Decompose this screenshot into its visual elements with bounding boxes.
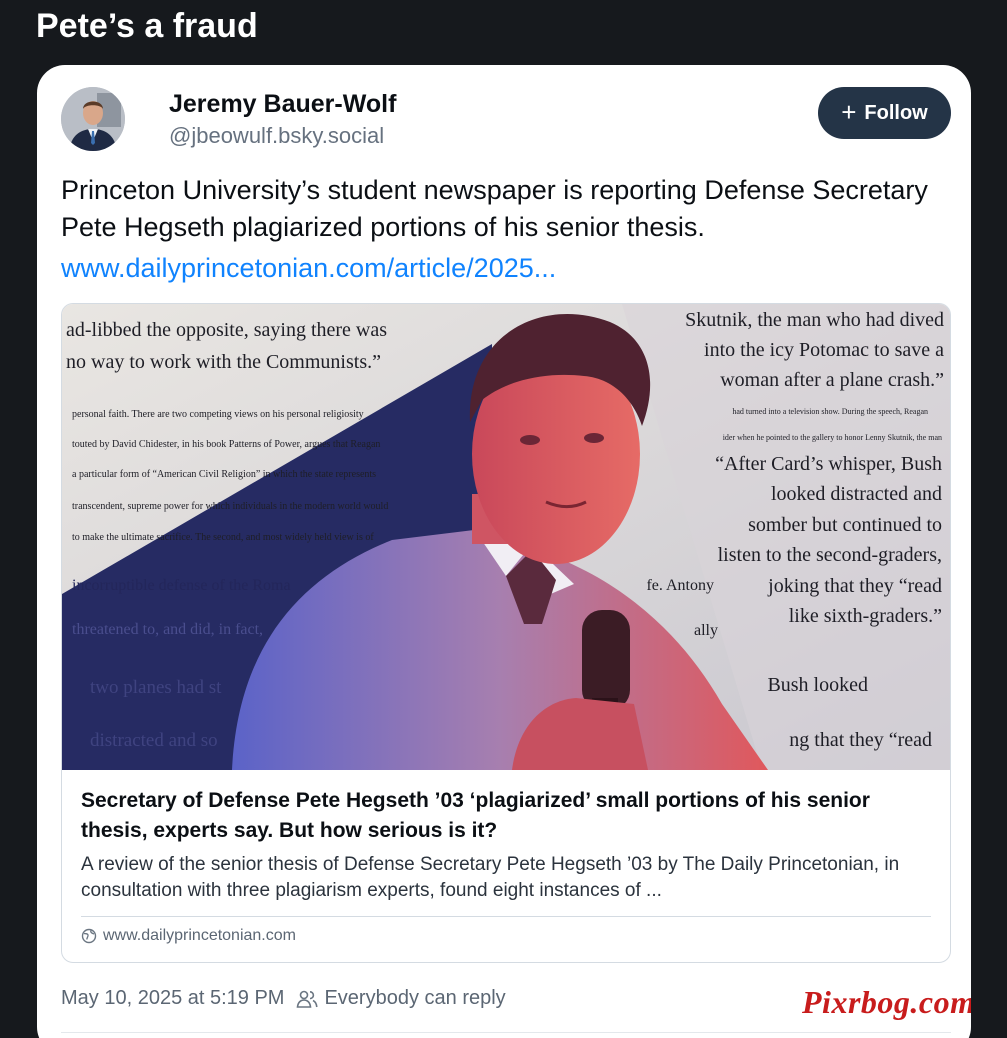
image-text: two planes had st <box>90 677 222 698</box>
article-thumbnail: ad-libbed the opposite, saying there was… <box>62 304 950 770</box>
post-link[interactable]: www.dailyprincetonian.com/article/2025..… <box>61 250 556 287</box>
follow-label: Follow <box>864 101 928 124</box>
card-title[interactable]: Secretary of Defense Pete Hegseth ’03 ‘p… <box>81 786 931 846</box>
post-text: Princeton University’s student newspaper… <box>61 175 928 242</box>
post-meta: May 10, 2025 at 5:19 PM Everybody can re… <box>61 987 506 1010</box>
watermark: Pixrbog.com <box>802 984 971 1020</box>
image-text: incorruptible defense of the Roma <box>72 577 291 594</box>
image-text: transcendent, supreme power for which in… <box>72 501 388 512</box>
post-divider <box>61 1032 951 1033</box>
image-text: woman after a plane crash.” <box>720 369 944 391</box>
image-text: joking that they “read <box>767 575 942 597</box>
image-text: ider when he pointed to the gallery to h… <box>723 433 942 442</box>
author-handle[interactable]: @jbeowulf.bsky.social <box>169 123 384 149</box>
author-name[interactable]: Jeremy Bauer-Wolf <box>169 90 396 119</box>
reply-setting: Everybody can reply <box>296 987 506 1010</box>
card-divider <box>81 916 931 917</box>
plus-icon: + <box>841 97 857 127</box>
image-text: Skutnik, the man who had dived <box>685 309 944 331</box>
image-text: threatened to, and did, in fact, <box>72 621 263 638</box>
avatar-photo <box>61 87 125 151</box>
card-image: ad-libbed the opposite, saying there was… <box>62 304 950 770</box>
page-title: Pete’s a fraud <box>36 7 258 45</box>
post-author: Jeremy Bauer-Wolf @jbeowulf.bsky.social … <box>61 87 951 157</box>
image-text: into the icy Potomac to save a <box>704 339 944 361</box>
image-text: personal faith. There are two competing … <box>72 409 364 420</box>
image-text: “After Card’s whisper, Bush <box>715 453 942 475</box>
image-text: somber but continued to <box>748 514 942 536</box>
image-text: ally <box>694 622 718 639</box>
card-domain-text: www.dailyprincetonian.com <box>103 927 296 944</box>
image-text: looked distracted and <box>771 483 942 505</box>
image-text: no way to work with the Communists.” <box>66 351 381 373</box>
image-text: like sixth-graders.” <box>789 605 942 627</box>
follow-button[interactable]: + Follow <box>818 87 951 139</box>
reply-setting-text: Everybody can reply <box>324 987 506 1009</box>
image-text: touted by David Chidester, in his book P… <box>72 439 380 450</box>
image-text: a particular form of “American Civil Rel… <box>72 469 376 480</box>
image-text: had turned into a television show. Durin… <box>732 407 928 416</box>
page-header: Pete’s a fraud <box>36 6 258 46</box>
avatar[interactable] <box>61 87 125 151</box>
image-text: ng that they “read <box>789 729 932 751</box>
image-text: to make the ultimate sacrifice. The seco… <box>72 532 374 543</box>
image-text: listen to the second-graders, <box>718 544 942 566</box>
globe-icon <box>81 928 97 944</box>
card-domain: www.dailyprincetonian.com <box>81 927 296 945</box>
post-timestamp[interactable]: May 10, 2025 at 5:19 PM <box>61 987 284 1010</box>
link-card[interactable]: ad-libbed the opposite, saying there was… <box>61 303 951 963</box>
people-icon <box>297 990 319 1008</box>
card-description: A review of the senior thesis of Defense… <box>81 854 900 901</box>
image-text: distracted and so <box>90 730 218 751</box>
post-card[interactable]: Jeremy Bauer-Wolf @jbeowulf.bsky.social … <box>37 65 971 1038</box>
image-text: Bush looked <box>767 674 868 696</box>
image-text: ad-libbed the opposite, saying there was <box>66 319 387 341</box>
image-text: fe. Antony <box>646 577 714 594</box>
